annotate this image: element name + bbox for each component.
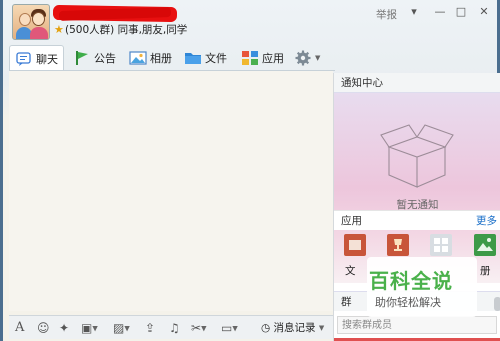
file-app-icon[interactable] xyxy=(344,234,366,256)
music-icon[interactable]: ♫ xyxy=(169,320,180,336)
shake-icon[interactable]: ▭▼ xyxy=(221,320,238,336)
search-members-input[interactable]: 搜索群成员 xyxy=(337,316,497,334)
chat-message-area[interactable] xyxy=(9,71,333,311)
clock-icon: ◷ xyxy=(261,322,271,334)
tab-chat[interactable]: 聊天 xyxy=(9,45,64,71)
emoji-icon[interactable]: ☺ xyxy=(37,320,50,336)
album-app-icon[interactable] xyxy=(474,234,496,256)
rich-message-icon[interactable]: ▣▼ xyxy=(81,320,98,336)
magic-icon[interactable]: ✦ xyxy=(59,320,69,336)
watermark-subtitle: 助你轻松解决 xyxy=(375,296,441,309)
empty-box-icon xyxy=(380,124,454,188)
group-description: (500人群) 同事,朋友,同学 xyxy=(65,24,188,36)
app-label-file: 文 xyxy=(345,265,356,277)
group-avatar[interactable] xyxy=(12,4,50,40)
screenshot-icon[interactable]: ✂▼ xyxy=(191,320,206,336)
maximize-button[interactable]: □ xyxy=(454,5,468,19)
message-history-button[interactable]: ◷ 消息记录 ▼ xyxy=(261,320,324,336)
tab-announcement[interactable]: 公告 xyxy=(73,45,116,71)
dropdown-icon[interactable]: ▾ xyxy=(407,5,421,19)
flag-icon xyxy=(73,50,91,66)
chevron-down-icon: ▼ xyxy=(318,324,325,332)
star-icon: ★ xyxy=(54,23,64,36)
folder-icon xyxy=(184,50,202,66)
font-icon[interactable]: A xyxy=(15,320,24,336)
apps-icon xyxy=(241,50,259,66)
tab-bar: 聊天 公告 相册 文件 应用 ▼ xyxy=(9,45,339,71)
apps-section-title: 应用 更多 xyxy=(334,210,500,230)
report-button[interactable]: 举报 xyxy=(376,7,397,22)
tab-apps-label: 应用 xyxy=(262,52,284,65)
tab-files[interactable]: 文件 xyxy=(184,45,227,71)
close-button[interactable]: ✕ xyxy=(477,5,491,19)
input-toolbar: A ☺ ✦ ▣▼ ▨▼ ⇪ ♫ ✂▼ ▭▼ ◷ 消息记录 ▼ xyxy=(9,315,333,339)
settings-menu[interactable]: ▼ xyxy=(294,45,320,71)
minimize-button[interactable]: — xyxy=(433,5,447,19)
photo-icon xyxy=(129,50,147,66)
tab-files-label: 文件 xyxy=(205,52,227,65)
more-apps-link[interactable]: 更多 xyxy=(476,211,497,231)
gear-icon xyxy=(294,50,312,66)
members-scrollbar[interactable] xyxy=(494,297,500,311)
image-icon[interactable]: ▨▼ xyxy=(113,320,130,336)
tab-apps[interactable]: 应用 xyxy=(241,45,284,71)
watermark-title: 百科全说 xyxy=(369,269,453,293)
group-chat-window: ★ (500人群) 同事,朋友,同学 举报 ▾ — □ ✕ 聊天 公告 相册 文… xyxy=(3,0,500,341)
chevron-down-icon: ▼ xyxy=(315,54,321,62)
grid-app-icon[interactable] xyxy=(430,234,452,256)
trophy-app-icon[interactable] xyxy=(387,234,409,256)
watermark-logo: 百科全说 助你轻松解决 xyxy=(367,257,477,317)
tab-announcement-label: 公告 xyxy=(94,52,116,65)
apps-title-label: 应用 xyxy=(341,215,362,227)
app-label-album: 册 xyxy=(480,265,491,277)
chat-icon xyxy=(15,51,33,67)
tab-album[interactable]: 相册 xyxy=(129,45,172,71)
message-history-label: 消息记录 xyxy=(273,322,316,334)
upload-icon[interactable]: ⇪ xyxy=(145,320,155,336)
tab-chat-label: 聊天 xyxy=(36,52,58,66)
tab-album-label: 相册 xyxy=(150,52,172,65)
notice-center-title: 通知中心 xyxy=(334,73,500,93)
